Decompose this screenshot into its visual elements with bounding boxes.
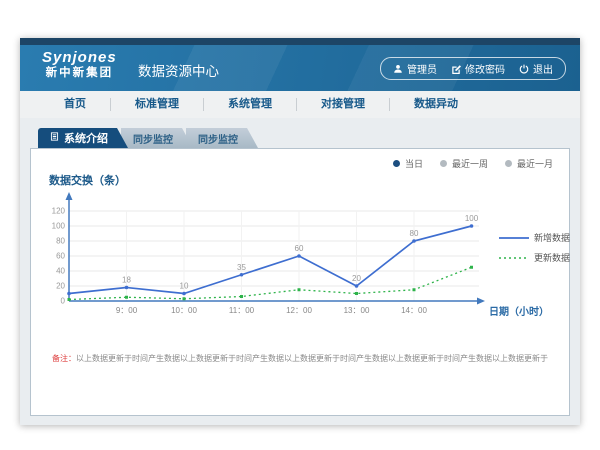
company-logo: Synjones 新中新集团 <box>42 50 117 79</box>
svg-text:更新数据: 更新数据 <box>534 252 570 263</box>
top-strip <box>20 38 580 45</box>
svg-text:11：00: 11：00 <box>229 306 255 315</box>
svg-text:120: 120 <box>52 207 66 216</box>
user-toolbar: 管理员 修改密码 退出 <box>380 57 566 80</box>
admin-user-button[interactable]: 管理员 <box>393 61 437 76</box>
logout-label: 退出 <box>533 61 553 76</box>
svg-text:60: 60 <box>295 244 304 253</box>
logo-text-cn: 新中新集团 <box>42 67 117 80</box>
logo-text-en: Synjones <box>42 50 117 67</box>
time-range-filters: 当日 最近一周 最近一月 <box>393 157 553 170</box>
logout-button[interactable]: 退出 <box>519 61 553 76</box>
note-prefix: 备注： <box>52 354 76 363</box>
document-icon <box>50 132 59 144</box>
svg-text:13：00: 13：00 <box>344 306 370 315</box>
tab-label: 同步监控 <box>133 131 173 146</box>
svg-text:80: 80 <box>56 237 65 246</box>
tab-label: 同步监控 <box>198 131 238 146</box>
svg-text:9：00: 9：00 <box>116 306 138 315</box>
user-icon <box>393 64 403 74</box>
edit-icon <box>451 64 461 74</box>
filter-label: 当日 <box>405 157 423 170</box>
change-password-button[interactable]: 修改密码 <box>451 61 505 76</box>
radio-dot-icon <box>505 160 512 167</box>
svg-text:80: 80 <box>410 229 419 238</box>
svg-text:20: 20 <box>352 274 361 283</box>
nav-item-standard-mgmt[interactable]: 标准管理 <box>110 98 203 111</box>
line-chart: 0 20 40 60 80 100 120 9：00 10：00 11：00 12：00 13：00 1… <box>41 189 581 321</box>
filter-last-week[interactable]: 最近一周 <box>440 157 488 170</box>
tab-label: 系统介绍 <box>64 130 108 146</box>
svg-text:10：00: 10：00 <box>171 306 197 315</box>
filter-label: 最近一月 <box>517 157 553 170</box>
main-nav: 首页 标准管理 系统管理 对接管理 数据异动 <box>20 91 580 119</box>
nav-item-data-change[interactable]: 数据异动 <box>389 98 482 111</box>
svg-text:14：00: 14：00 <box>401 306 427 315</box>
tab-system-intro[interactable]: 系统介绍 <box>38 128 128 148</box>
power-icon <box>519 64 529 74</box>
nav-item-connect-mgmt[interactable]: 对接管理 <box>296 98 389 111</box>
svg-text:12：00: 12：00 <box>286 306 312 315</box>
footer-note: 备注：以上数据更新于时间产生数据以上数据更新于时间产生数据以上数据更新于时间产生… <box>31 353 569 364</box>
tab-sync-monitor-2[interactable]: 同步监控 <box>186 128 258 148</box>
tab-sync-monitor-1[interactable]: 同步监控 <box>121 128 193 148</box>
svg-text:60: 60 <box>56 252 65 261</box>
change-password-label: 修改密码 <box>465 61 505 76</box>
svg-text:10: 10 <box>180 282 189 291</box>
page-title: 数据资源中心 <box>138 60 219 80</box>
nav-item-system-mgmt[interactable]: 系统管理 <box>203 98 296 111</box>
svg-text:0: 0 <box>61 297 66 306</box>
tab-bar: 系统介绍 同步监控 同步监控 <box>38 128 580 148</box>
y-axis-title: 数据交换（条） <box>49 172 126 188</box>
svg-text:日期（小时）: 日期（小时） <box>489 305 549 318</box>
content-area: 系统介绍 同步监控 同步监控 当日 最近一周 <box>20 118 580 425</box>
svg-text:35: 35 <box>237 263 246 272</box>
svg-text:40: 40 <box>56 267 65 276</box>
svg-text:100: 100 <box>52 222 66 231</box>
radio-dot-icon <box>440 160 447 167</box>
app-window: Synjones 新中新集团 数据资源中心 管理员 修改密码 退出 <box>20 38 580 425</box>
radio-dot-icon <box>393 160 400 167</box>
note-text: 以上数据更新于时间产生数据以上数据更新于时间产生数据以上数据更新于时间产生数据以… <box>76 354 548 363</box>
admin-label: 管理员 <box>407 61 437 76</box>
chart-panel: 当日 最近一周 最近一月 数据交换（条） 0 20 40 60 80 100 120 9：00… <box>30 148 570 416</box>
app-header: Synjones 新中新集团 数据资源中心 管理员 修改密码 退出 <box>20 45 580 91</box>
nav-item-home[interactable]: 首页 <box>40 98 110 111</box>
svg-text:新增数据: 新增数据 <box>534 232 570 243</box>
filter-label: 最近一周 <box>452 157 488 170</box>
svg-text:20: 20 <box>56 282 65 291</box>
svg-text:100: 100 <box>465 214 479 223</box>
filter-last-month[interactable]: 最近一月 <box>505 157 553 170</box>
filter-today[interactable]: 当日 <box>393 157 423 170</box>
svg-text:18: 18 <box>122 276 131 285</box>
